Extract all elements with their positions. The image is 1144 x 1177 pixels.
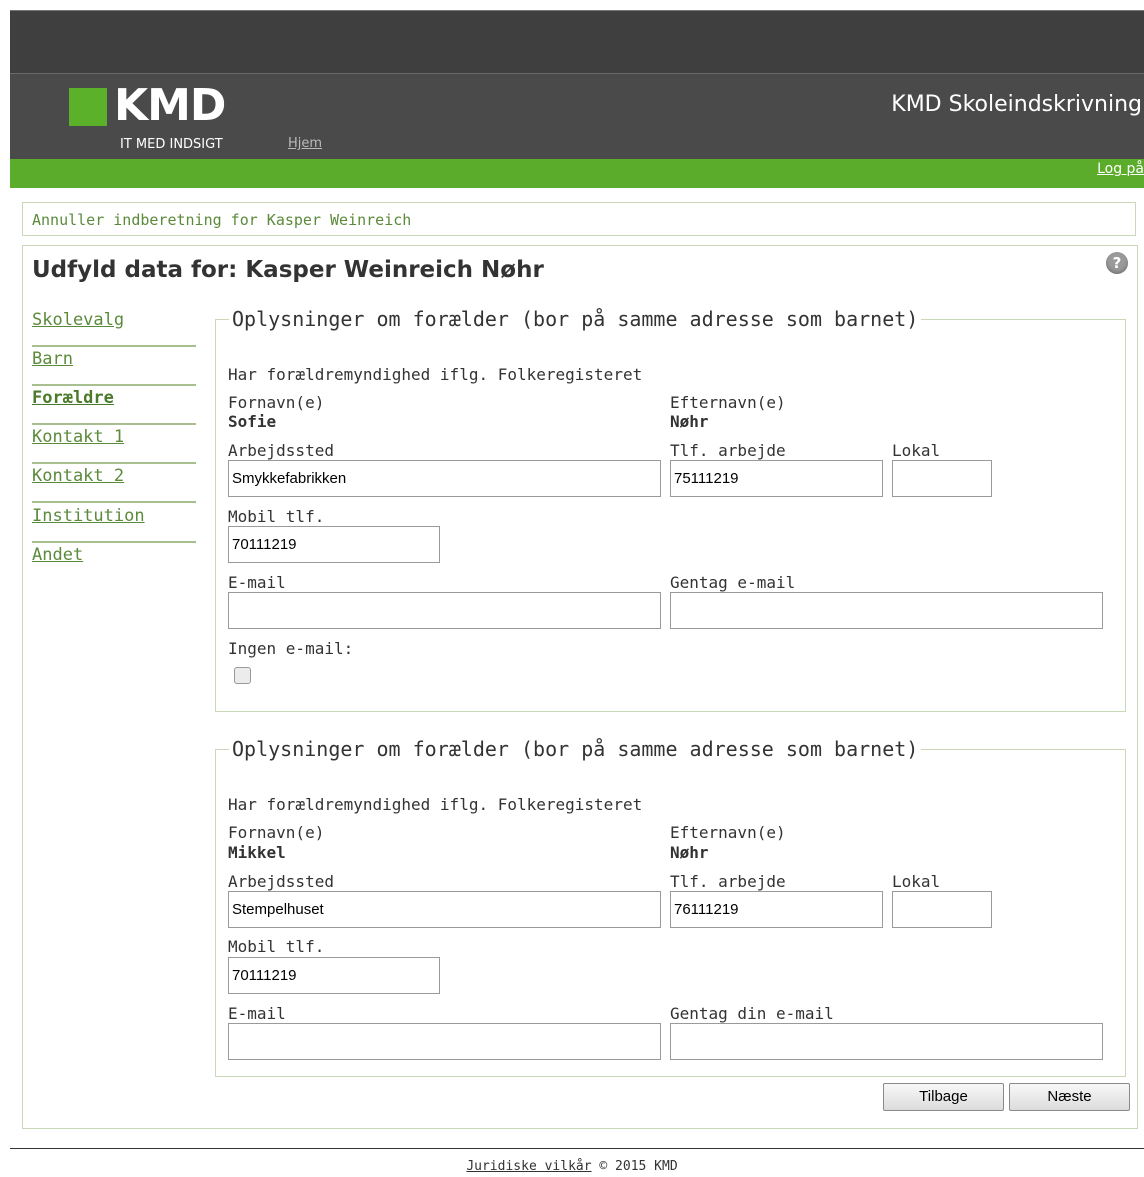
work-phone-input[interactable]: 76111219 [670,891,883,928]
sidebar-item-institution[interactable]: Institution [32,504,196,543]
mobile-input[interactable]: 70111219 [228,526,440,563]
sidebar-item-kontakt-1[interactable]: Kontakt 1 [32,425,196,464]
kmd-logo: KMD [114,80,226,131]
green-nav-bar [10,159,1144,188]
help-icon[interactable]: ? [1106,252,1128,274]
extension-label: Lokal [892,872,941,891]
repeat-email-label: Gentag din e-mail [670,1004,834,1023]
parent-2-legend: Oplysninger om forælder (bor på samme ad… [229,737,922,761]
sidebar-item-label[interactable]: Institution [32,506,145,526]
workplace-input[interactable]: Stempelhuset [228,891,661,928]
extension-input[interactable] [892,891,992,928]
first-name-value: Sofie [228,412,277,431]
repeat-email-input[interactable] [670,1023,1103,1060]
work-phone-input[interactable]: 75111219 [670,460,883,497]
terms-link[interactable]: Juridiske vilkår [466,1159,591,1174]
extension-label: Lokal [892,441,941,460]
last-name-value: Nøhr [670,843,709,862]
work-phone-label: Tlf. arbejde [670,872,786,891]
email-label: E-mail [228,1004,286,1023]
page-title: Udfyld data for: Kasper Weinreich Nøhr [32,257,544,283]
email-input[interactable] [228,592,661,629]
sidebar-item-skolevalg[interactable]: Skolevalg [32,308,196,347]
sidebar-item-label[interactable]: Kontakt 2 [32,466,124,486]
email-label: E-mail [228,573,286,592]
work-phone-label: Tlf. arbejde [670,441,786,460]
next-button[interactable]: Næste [1009,1083,1130,1111]
app-title: KMD Skoleindskrivning [891,92,1142,117]
workplace-input[interactable]: Smykkefabrikken [228,460,661,497]
back-button[interactable]: Tilbage [883,1083,1004,1111]
last-name-label: Efternavn(e) [670,823,786,842]
logo-tagline: IT MED INDSIGT [120,137,223,152]
last-name-label: Efternavn(e) [670,393,786,412]
cancel-registration-link[interactable]: Annuller indberetning for Kasper Weinrei… [32,211,411,229]
mobile-label: Mobil tlf. [228,937,325,956]
sidebar-item-label[interactable]: Andet [32,545,83,565]
footer: Juridiske vilkår © 2015 KMD [0,1159,1144,1174]
footer-divider [10,1148,1144,1149]
kmd-logo-square-icon [69,88,107,126]
sidebar-item-label[interactable]: Skolevalg [32,310,124,330]
no-email-label: Ingen e-mail: [228,639,354,658]
extension-input[interactable] [892,460,992,497]
parent-1-legend: Oplysninger om forælder (bor på samme ad… [229,307,922,331]
mobile-label: Mobil tlf. [228,507,325,526]
login-link[interactable]: Log på [1097,161,1144,177]
email-input[interactable] [228,1023,661,1060]
first-name-value: Mikkel [228,843,286,862]
repeat-email-input[interactable] [670,592,1103,629]
last-name-value: Nøhr [670,412,709,431]
sidebar-item-barn[interactable]: Barn [32,347,196,386]
sidebar-item-label[interactable]: Barn [32,349,73,369]
mobile-input[interactable]: 70111219 [228,957,440,994]
custody-note: Har forældremyndighed iflg. Folkeregiste… [228,795,643,814]
first-name-label: Fornavn(e) [228,393,325,412]
sidebar-item-label[interactable]: Forældre [32,388,114,408]
sidebar-item-kontakt-2[interactable]: Kontakt 2 [32,464,196,503]
top-bar [10,10,1144,74]
sidebar-item-foraeldre[interactable]: Forældre [32,386,196,425]
home-link[interactable]: Hjem [288,136,322,151]
copyright: © 2015 KMD [599,1159,678,1174]
repeat-email-label: Gentag e-mail [670,573,796,592]
no-email-checkbox[interactable] [234,667,251,684]
workplace-label: Arbejdssted [228,872,334,891]
custody-note: Har forældremyndighed iflg. Folkeregiste… [228,365,643,384]
sidebar-item-label[interactable]: Kontakt 1 [32,427,124,447]
sidebar-item-andet[interactable]: Andet [32,543,196,582]
workplace-label: Arbejdssted [228,441,334,460]
first-name-label: Fornavn(e) [228,823,325,842]
